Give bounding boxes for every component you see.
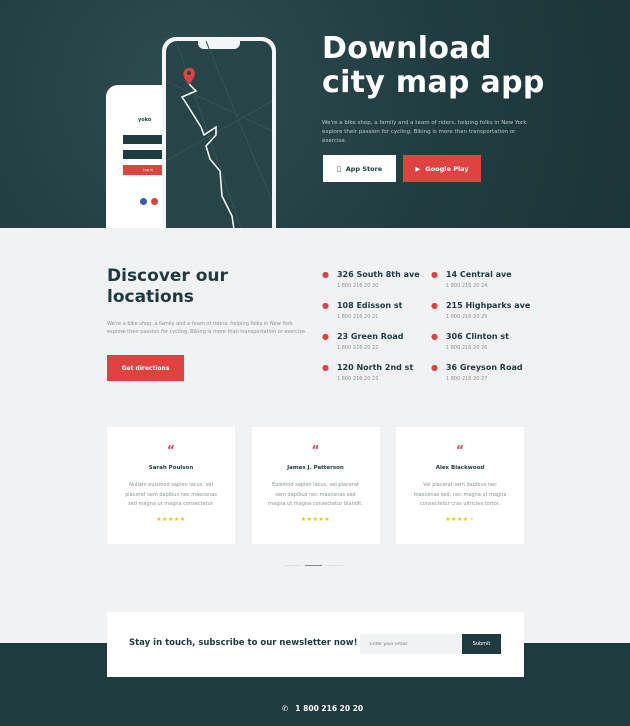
location-phone: 1 800 216 20 23	[336, 376, 379, 382]
location-name: 215 Highparks ave	[445, 301, 531, 310]
carousel-dots	[284, 565, 343, 566]
location-pin-icon: ●	[322, 270, 329, 279]
location-item[interactable]: ● 120 North 2nd st 1 800 216 20 23	[322, 363, 413, 382]
star-rating: ★★★★★	[445, 515, 475, 523]
phone-icon: ✆	[282, 704, 289, 713]
email-input[interactable]	[360, 634, 462, 654]
location-item[interactable]: ● 306 Clinton st 1 800 216 20 26	[431, 332, 509, 351]
testimonial-card: “ Sarah Poulson Nullam euismod sapien lacu…	[107, 427, 235, 544]
location-phone: 1 800 216 20 21	[336, 314, 379, 320]
app-store-button[interactable]: App Store	[323, 155, 396, 182]
location-item[interactable]: ● 36 Greyson Road 1 800 216 20 27	[431, 363, 523, 382]
map-route	[166, 41, 272, 228]
testimonial-card: “ Alex Blackwood Vel placerat sem dapibus …	[396, 427, 524, 544]
location-pin-icon: ●	[322, 301, 329, 310]
locations-title: Discover our locations	[107, 266, 228, 307]
quote-icon: “	[456, 443, 464, 457]
location-item[interactable]: ● 215 Highparks ave 1 800 216 20 25	[431, 301, 530, 320]
quote-icon: “	[311, 443, 320, 457]
submit-button[interactable]: Submit	[462, 634, 501, 654]
location-pin-icon: ●	[322, 332, 329, 341]
location-phone: 1 800 216 20 20	[336, 283, 379, 289]
carousel-dot[interactable]	[326, 565, 343, 566]
testimonial-text: Vel placerat sem dapibus nec maecenas se…	[413, 482, 507, 507]
play-icon: ▶	[415, 164, 421, 173]
location-name: 23 Green Road	[336, 332, 404, 341]
testimonial-card: “ James J. Patterson Euismod sapien lacus,…	[251, 427, 380, 544]
carousel-dot[interactable]	[284, 565, 301, 566]
hero-section: yoko Log in Download city map app We're a…	[0, 0, 630, 228]
newsletter-box: Stay in touch, subscribe to our newslett…	[107, 612, 524, 677]
location-pin-icon: ●	[322, 363, 329, 372]
location-item[interactable]: ● 108 Edisson st 1 800 216 20 21	[322, 301, 403, 320]
location-pin-icon: ●	[431, 270, 438, 279]
location-item[interactable]: ● 23 Green Road 1 800 216 20 22	[322, 332, 404, 351]
location-phone: 1 800 216 20 26	[445, 345, 488, 351]
location-name: 36 Greyson Road	[445, 363, 523, 372]
hero-title: Download city map app	[322, 31, 545, 100]
newsletter-title: Stay in touch, subscribe to our newslett…	[129, 638, 358, 648]
location-name: 108 Edisson st	[336, 301, 403, 310]
location-name: 120 North 2nd st	[336, 363, 414, 372]
hero-text: We're a bike shop, a family and a team o…	[322, 120, 527, 144]
location-pin-icon: ●	[431, 363, 438, 372]
location-phone: 1 800 216 20 24	[445, 283, 488, 289]
location-phone: 1 800 216 20 22	[336, 345, 379, 351]
location-item[interactable]: ● 14 Central ave 1 800 216 20 24	[431, 270, 512, 289]
location-name: 14 Central ave	[445, 270, 512, 279]
locations-text: We're a bike shop, a family and a team o…	[107, 321, 307, 335]
testimonial-text: Euismod sapien lacus, vel placerat sem d…	[268, 482, 363, 507]
location-phone: 1 800 216 20 27	[445, 376, 488, 382]
phone-map-mockup	[162, 37, 276, 228]
quote-icon: “	[167, 443, 175, 457]
testimonial-name: Sarah Poulson	[148, 465, 194, 471]
location-name: 326 South 8th ave	[336, 270, 420, 279]
location-name: 306 Clinton st	[445, 332, 509, 341]
google-play-button[interactable]: ▶ Google Play	[403, 155, 481, 182]
location-phone: 1 800 216 20 25	[445, 314, 488, 320]
get-directions-button[interactable]: Get directions	[107, 355, 184, 381]
testimonial-text: Nullam euismod sapien lacus, vel placera…	[125, 482, 217, 507]
testimonial-name: James J. Patterson	[287, 465, 344, 471]
location-pin-icon: ●	[431, 332, 438, 341]
apple-icon: 	[337, 165, 341, 173]
star-rating: ★★★★★	[156, 515, 186, 523]
location-item[interactable]: ● 326 South 8th ave 1 800 216 20 20	[322, 270, 420, 289]
star-rating: ★★★★★	[300, 515, 331, 523]
carousel-dot-active[interactable]	[305, 565, 322, 566]
phone-brand: yoko	[138, 117, 152, 123]
testimonial-name: Alex Blackwood	[435, 465, 485, 471]
location-pin-icon: ●	[431, 301, 438, 310]
footer-phone: ✆ 1 800 216 20 20	[282, 704, 364, 713]
map-pin-icon	[183, 67, 195, 85]
